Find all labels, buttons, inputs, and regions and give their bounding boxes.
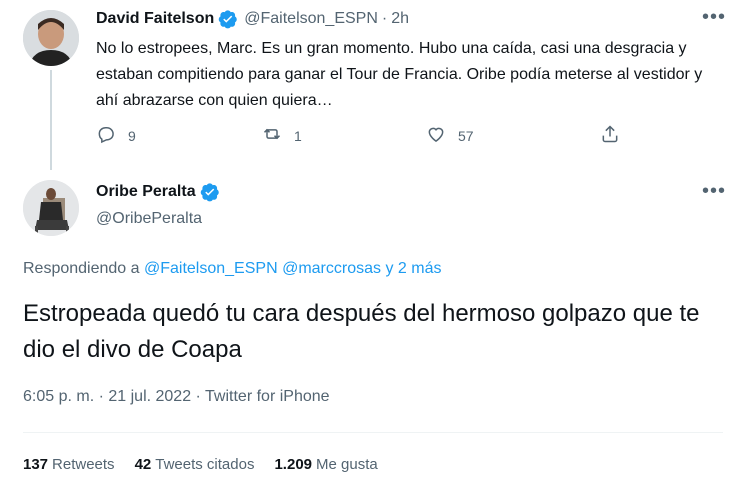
tweet-text: Estropeada quedó tu cara después del her… <box>23 300 700 363</box>
reply-icon <box>96 124 116 147</box>
replying-to: Respondiendo a @Faitelson_ESPN @marccros… <box>23 260 441 278</box>
separator: · <box>381 10 388 27</box>
avatar[interactable] <box>23 180 79 236</box>
author-name[interactable]: Oribe Peralta <box>96 183 196 201</box>
reply-mention-link[interactable]: @Faitelson_ESPN <box>144 260 278 277</box>
like-button[interactable]: 57 <box>426 124 474 147</box>
reply-more-link[interactable]: y 2 más <box>385 260 441 277</box>
reply-button[interactable]: 9 <box>96 124 136 147</box>
verified-badge-icon <box>200 182 220 202</box>
tweet-actions: 9 1 57 <box>96 124 636 150</box>
quotes-stat[interactable]: 42 Tweets citados <box>135 456 255 473</box>
share-button[interactable] <box>600 124 620 147</box>
more-icon[interactable]: ••• <box>702 6 726 29</box>
more-icon[interactable]: ••• <box>702 180 726 203</box>
author-handle[interactable]: @OribePeralta <box>96 210 202 228</box>
retweets-label: Retweets <box>52 456 115 473</box>
tweet-stats: 137 Retweets 42 Tweets citados 1.209 Me gus… <box>23 456 378 473</box>
reply-count: 9 <box>128 127 136 144</box>
replying-prefix: Respondiendo a <box>23 260 144 277</box>
quotes-label: Tweets citados <box>155 456 255 473</box>
quotes-number: 42 <box>134 456 152 473</box>
retweets-number: 137 <box>23 456 49 473</box>
author-name[interactable]: David Faitelson <box>96 10 214 28</box>
retweet-count: 1 <box>294 127 302 144</box>
tweet-meta[interactable]: 6:05 p. m. · 21 jul. 2022 · Twitter for … <box>23 388 330 406</box>
tweet-thread: David Faitelson @Faitelson_ESPN · 2h •••… <box>0 0 740 496</box>
likes-label: Me gusta <box>316 456 378 473</box>
retweets-stat[interactable]: 137 Retweets <box>23 456 115 473</box>
verified-badge-icon <box>218 9 238 29</box>
reply-mention-link[interactable]: @marccrosas <box>282 260 381 277</box>
likes-stat[interactable]: 1.209 Me gusta <box>274 456 377 473</box>
like-count: 57 <box>458 127 474 144</box>
author-handle[interactable]: @Faitelson_ESPN <box>244 10 378 28</box>
heart-icon <box>426 124 446 147</box>
likes-number: 1.209 <box>274 456 313 473</box>
tweet-text: No lo estropees, Marc. Es un gran moment… <box>96 40 703 109</box>
thread-line <box>50 70 52 170</box>
tweet-header: Oribe Peralta <box>96 182 220 202</box>
avatar[interactable] <box>23 10 79 66</box>
divider <box>23 432 723 433</box>
retweet-icon <box>262 124 282 147</box>
share-icon <box>600 124 620 147</box>
tweet-header: David Faitelson @Faitelson_ESPN · 2h <box>96 9 409 29</box>
retweet-button[interactable]: 1 <box>262 124 302 147</box>
timestamp[interactable]: 2h <box>391 10 409 28</box>
